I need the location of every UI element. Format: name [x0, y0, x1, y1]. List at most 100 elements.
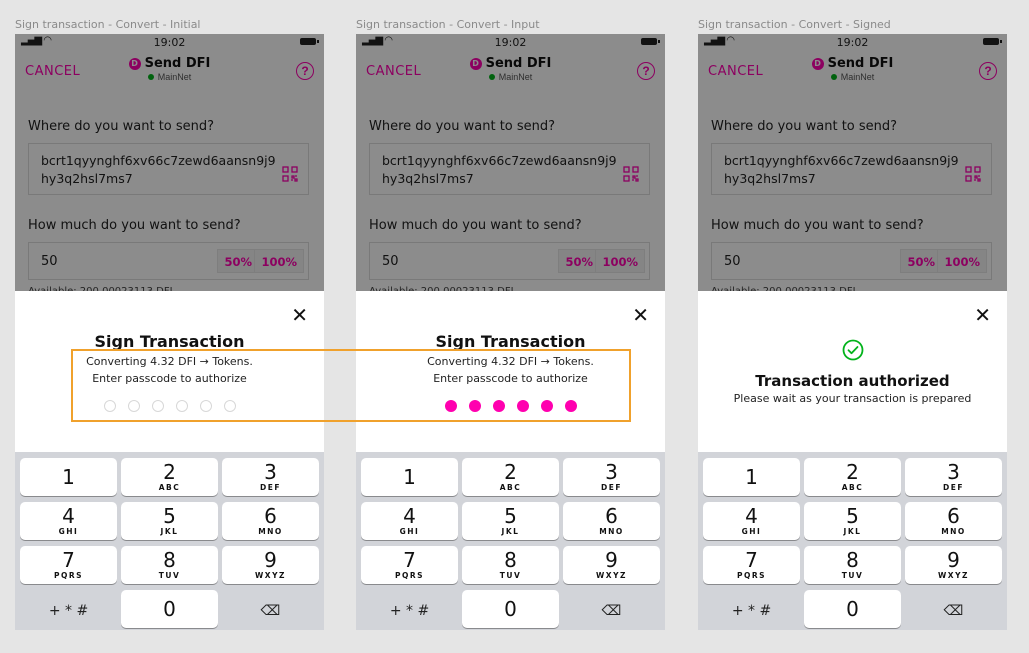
- key-8[interactable]: 8 TUV: [804, 546, 901, 584]
- key-9[interactable]: 9 WXYZ: [905, 546, 1002, 584]
- key-digit: 5: [163, 504, 176, 528]
- backspace-icon[interactable]: ⌫: [905, 590, 1002, 628]
- key-letters: ABC: [841, 483, 864, 492]
- key-5[interactable]: 5 JKL: [804, 502, 901, 540]
- key-digit: + * #: [389, 603, 430, 619]
- key-5[interactable]: 5 JKL: [121, 502, 218, 540]
- key-digit: 6: [264, 504, 277, 528]
- key-1[interactable]: 1: [361, 458, 458, 496]
- key-digit: 7: [745, 548, 758, 572]
- key-1[interactable]: 1: [20, 458, 117, 496]
- key-digit: 8: [504, 548, 517, 572]
- key-digit: 8: [846, 548, 859, 572]
- key-letters: GHI: [741, 527, 762, 536]
- key-digit: 7: [403, 548, 416, 572]
- key-digit: 0: [504, 597, 517, 621]
- key-letters: ABC: [499, 483, 522, 492]
- key-7[interactable]: 7 PQRS: [361, 546, 458, 584]
- annotation-highlight-box: [71, 349, 631, 422]
- key-letters: MNO: [599, 527, 624, 536]
- key-letters: JKL: [160, 527, 179, 536]
- key-letters: DEF: [260, 483, 281, 492]
- key-digit: 0: [846, 597, 859, 621]
- key-2[interactable]: 2 ABC: [121, 458, 218, 496]
- key-letters: JKL: [843, 527, 862, 536]
- close-icon[interactable]: ✕: [291, 305, 308, 325]
- key-digit: ⌫: [601, 603, 622, 619]
- key-digit: 3: [947, 460, 960, 484]
- key-digit: 6: [605, 504, 618, 528]
- key-3[interactable]: 3 DEF: [222, 458, 319, 496]
- key-letters: GHI: [58, 527, 79, 536]
- key-letters: WXYZ: [596, 571, 627, 580]
- key-9[interactable]: 9 WXYZ: [563, 546, 660, 584]
- key-7[interactable]: 7 PQRS: [703, 546, 800, 584]
- key-3[interactable]: 3 DEF: [905, 458, 1002, 496]
- key-digit: 1: [62, 465, 75, 489]
- key-3[interactable]: 3 DEF: [563, 458, 660, 496]
- key-symbols[interactable]: + * #: [20, 590, 117, 628]
- key-digit: 3: [264, 460, 277, 484]
- numeric-keypad: 1 2 ABC 3 DEF 4 GHI 5 JKL 6 MNO 7 PQRS 8 TUV 9 WXYZ + * #…: [356, 452, 665, 630]
- key-digit: 5: [846, 504, 859, 528]
- numeric-keypad: 1 2 ABC 3 DEF 4 GHI 5 JKL 6 MNO 7 PQRS 8 TUV 9 WXYZ + * #…: [698, 452, 1007, 630]
- key-letters: PQRS: [53, 571, 84, 580]
- key-8[interactable]: 8 TUV: [121, 546, 218, 584]
- key-6[interactable]: 6 MNO: [905, 502, 1002, 540]
- frame-label: Sign transaction - Convert - Input: [356, 18, 540, 31]
- key-2[interactable]: 2 ABC: [804, 458, 901, 496]
- key-symbols[interactable]: + * #: [703, 590, 800, 628]
- key-digit: + * #: [48, 603, 89, 619]
- key-letters: PQRS: [736, 571, 767, 580]
- numeric-keypad: 1 2 ABC 3 DEF 4 GHI 5 JKL 6 MNO 7 PQRS 8 TUV 9 WXYZ + * #…: [15, 452, 324, 630]
- key-8[interactable]: 8 TUV: [462, 546, 559, 584]
- key-letters: PQRS: [394, 571, 425, 580]
- key-4[interactable]: 4 GHI: [703, 502, 800, 540]
- key-digit: 1: [403, 465, 416, 489]
- authorized-title: Transaction authorized: [755, 372, 950, 390]
- key-letters: GHI: [399, 527, 420, 536]
- key-digit: 9: [947, 548, 960, 572]
- key-digit: 2: [504, 460, 517, 484]
- key-letters: MNO: [258, 527, 283, 536]
- key-digit: 6: [947, 504, 960, 528]
- backspace-icon[interactable]: ⌫: [563, 590, 660, 628]
- key-4[interactable]: 4 GHI: [361, 502, 458, 540]
- key-7[interactable]: 7 PQRS: [20, 546, 117, 584]
- key-1[interactable]: 1: [703, 458, 800, 496]
- frame-label: Sign transaction - Convert - Initial: [15, 18, 201, 31]
- key-digit: 9: [264, 548, 277, 572]
- phone-screen: ▂▄▆ ◠ 19:02 CANCEL D Send DFI MainNet? Where d…: [356, 34, 665, 630]
- key-2[interactable]: 2 ABC: [462, 458, 559, 496]
- key-letters: TUV: [841, 571, 864, 580]
- frame-label: Sign transaction - Convert - Signed: [698, 18, 891, 31]
- key-0[interactable]: 0: [804, 590, 901, 628]
- key-4[interactable]: 4 GHI: [20, 502, 117, 540]
- key-digit: 0: [163, 597, 176, 621]
- key-letters: DEF: [943, 483, 964, 492]
- key-5[interactable]: 5 JKL: [462, 502, 559, 540]
- key-0[interactable]: 0: [121, 590, 218, 628]
- key-9[interactable]: 9 WXYZ: [222, 546, 319, 584]
- key-6[interactable]: 6 MNO: [222, 502, 319, 540]
- key-digit: 5: [504, 504, 517, 528]
- close-icon[interactable]: ✕: [974, 305, 991, 325]
- key-symbols[interactable]: + * #: [361, 590, 458, 628]
- key-letters: MNO: [941, 527, 966, 536]
- key-digit: 7: [62, 548, 75, 572]
- key-digit: 1: [745, 465, 758, 489]
- close-icon[interactable]: ✕: [632, 305, 649, 325]
- key-letters: WXYZ: [255, 571, 286, 580]
- key-digit: 2: [163, 460, 176, 484]
- key-letters: ABC: [158, 483, 181, 492]
- success-check-icon: [698, 339, 1007, 366]
- backspace-icon[interactable]: ⌫: [222, 590, 319, 628]
- key-letters: TUV: [158, 571, 181, 580]
- key-digit: 4: [745, 504, 758, 528]
- key-digit: ⌫: [260, 603, 281, 619]
- key-6[interactable]: 6 MNO: [563, 502, 660, 540]
- key-digit: 8: [163, 548, 176, 572]
- authorized-message: Please wait as your transaction is prepa…: [733, 392, 972, 405]
- key-0[interactable]: 0: [462, 590, 559, 628]
- key-digit: 4: [62, 504, 75, 528]
